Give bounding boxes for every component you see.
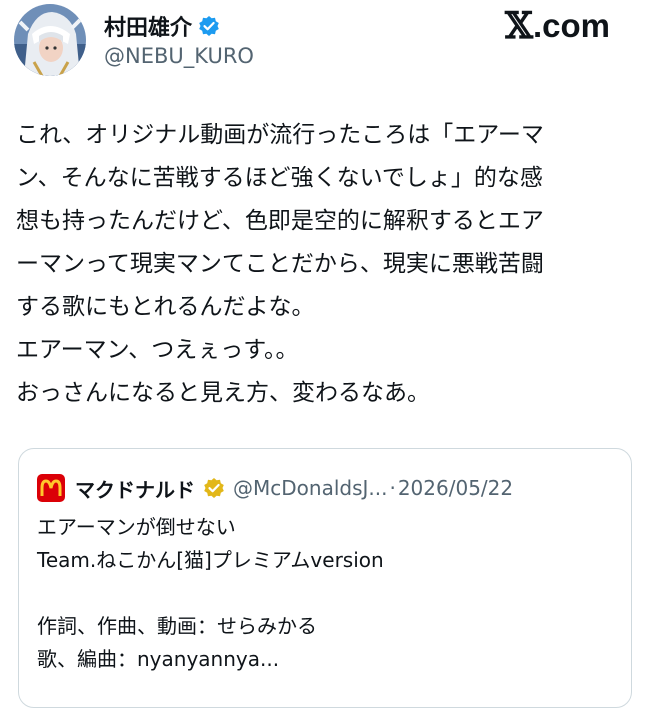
quoted-line: 歌、編曲：nyanyannya... xyxy=(37,647,280,671)
author-display-name[interactable]: 村田雄介 xyxy=(104,10,192,42)
quoted-tweet-card[interactable]: マクドナルド @McDonaldsJ... · 2026/05/22 エアーマン… xyxy=(18,448,632,708)
tweet-line: ン、そんなに苦戦するほど強くないでしょ」的な感 xyxy=(16,165,543,191)
quoted-tweet-header: マクドナルド @McDonaldsJ... · 2026/05/22 xyxy=(37,473,513,503)
tweet-line: ーマンって現実マンてことだから、現実に悪戦苦闘 xyxy=(16,251,544,277)
quoted-line-blank xyxy=(37,577,384,610)
quoted-line: Team.ねこかん[猫]プレミアムversion xyxy=(37,548,384,572)
tweet-line: これ、オリジナル動画が流行ったころは「エアーマ xyxy=(16,122,544,148)
tweet-text: これ、オリジナル動画が流行ったころは「エアーマ ン、そんなに苦戦するほど強くない… xyxy=(16,114,640,415)
x-logo-icon: 𝕏 xyxy=(505,5,533,47)
gold-verified-badge-icon xyxy=(203,477,225,499)
avatar[interactable] xyxy=(14,4,86,76)
tweet-line: する歌にもとれるんだよな。 xyxy=(16,294,315,320)
verified-badge-icon xyxy=(198,15,220,37)
quoted-line: 作詞、作曲、動画：せらみかる xyxy=(37,614,317,638)
x-logo-text: .com xyxy=(532,7,610,44)
quoted-account-handle[interactable]: @McDonaldsJ... xyxy=(233,476,387,500)
tweet-line: 想も持ったんだけど、色即是空的に解釈するとエア xyxy=(16,208,544,234)
mcdonalds-logo-icon xyxy=(37,474,65,502)
author-name-row: 村田雄介 xyxy=(104,10,220,42)
tweet-line: エアーマン、つえぇっす。。 xyxy=(16,337,299,363)
header-separator: · xyxy=(389,476,396,500)
quoted-tweet-date[interactable]: 2026/05/22 xyxy=(398,476,513,500)
quoted-account-name[interactable]: マクドナルド xyxy=(75,474,195,503)
quoted-tweet-text: エアーマンが倒せない Team.ねこかん[猫]プレミアムversion 作詞、作… xyxy=(37,511,384,676)
quoted-line: エアーマンが倒せない xyxy=(37,515,236,539)
tweet-line: おっさんになると見え方、変わるなあ。 xyxy=(16,380,430,406)
x-logo: 𝕏 .com xyxy=(505,5,610,47)
author-handle[interactable]: @NEBU_KURO xyxy=(104,44,254,68)
avatar-icon xyxy=(14,4,86,76)
